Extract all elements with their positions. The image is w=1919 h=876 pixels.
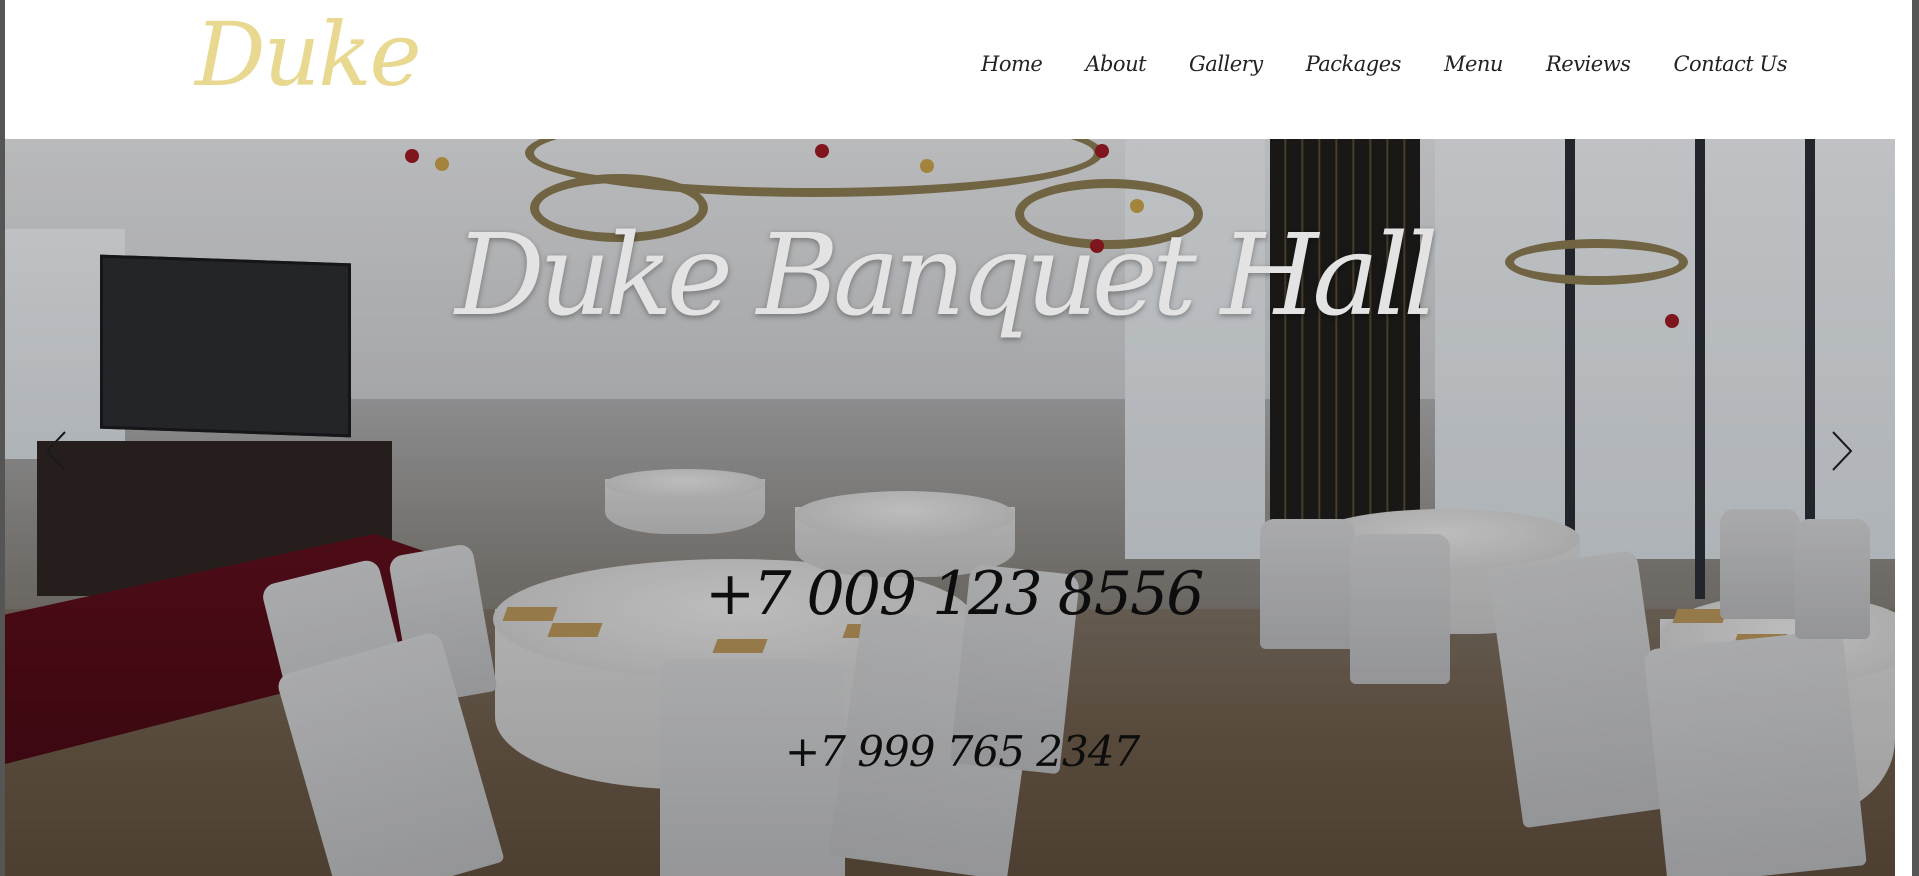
slider-next-button[interactable] xyxy=(1825,421,1859,481)
nav-link-about[interactable]: About xyxy=(1085,52,1146,76)
phone-number-secondary[interactable]: +7 999 765 2347 xyxy=(785,727,1140,776)
slider-prev-button[interactable] xyxy=(39,421,73,481)
hero-title: Duke Banquet Hall xyxy=(455,211,1439,341)
nav-link-packages[interactable]: Packages xyxy=(1306,52,1402,76)
nav-link-menu[interactable]: Menu xyxy=(1444,52,1503,76)
main-navigation: Home About Gallery Packages Menu Reviews… xyxy=(981,46,1787,82)
nav-link-home[interactable]: Home xyxy=(981,52,1043,76)
chevron-right-icon xyxy=(1832,431,1853,471)
nav-link-gallery[interactable]: Gallery xyxy=(1189,52,1263,76)
nav-link-reviews[interactable]: Reviews xyxy=(1546,52,1631,76)
window-border-right xyxy=(1912,0,1919,876)
nav-link-contact[interactable]: Contact Us xyxy=(1673,52,1787,76)
site-header: Duke Home About Gallery Packages Menu Re… xyxy=(5,0,1895,139)
hero-slider: Duke Banquet Hall +7 009 123 8556 +7 999… xyxy=(5,139,1895,876)
site-logo[interactable]: Duke xyxy=(195,2,422,108)
phone-number-primary[interactable]: +7 009 123 8556 xyxy=(705,559,1204,629)
chevron-left-icon xyxy=(45,431,66,471)
